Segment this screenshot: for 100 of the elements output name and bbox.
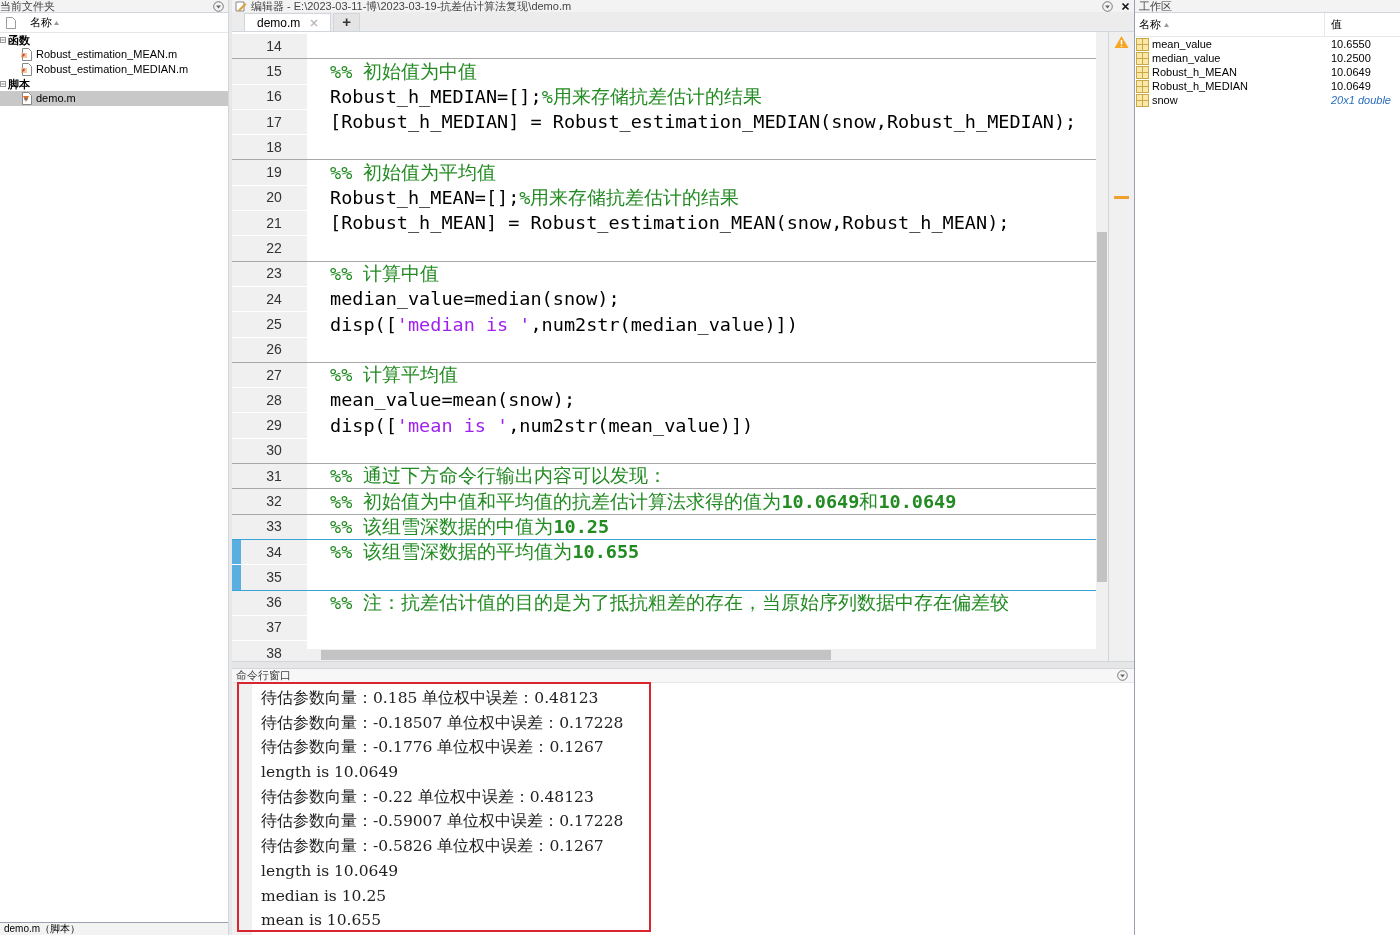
code-comment: %用来存储抗差估计的结果 <box>541 84 762 109</box>
line-number: 15 <box>232 59 307 84</box>
code-comment: %% 计算平均值 <box>330 363 459 388</box>
output-line: 待估参数向量：-0.59007 单位权中误差：0.17228 <box>261 811 624 833</box>
line-number: 30 <box>232 438 307 464</box>
code-comment: %% 该组雪深数据的中值为10.25 <box>330 514 610 539</box>
close-icon <box>310 18 319 27</box>
code-comment: %% 通过下方命令行输出内容可以发现： <box>330 464 668 489</box>
close-icon <box>1121 1 1130 11</box>
code-text: Robust_h_MEDIAN=[]; <box>330 84 542 109</box>
add-tab-button[interactable]: + <box>333 13 361 31</box>
script-file-icon <box>20 92 33 105</box>
output-line: 待估参数向量：0.185 单位权中误差：0.48123 <box>261 688 600 709</box>
line-number: 35 <box>232 565 307 590</box>
dropdown-icon <box>1102 0 1113 12</box>
file-icon <box>4 15 18 30</box>
variable-icon <box>1136 51 1149 65</box>
line-number: 34 <box>232 539 307 565</box>
line-number: 29 <box>232 413 307 438</box>
code-comment: %% 该组雪深数据的平均值为10.655 <box>330 540 640 565</box>
output-line: mean is 10.655 <box>261 910 383 932</box>
line-number: 20 <box>232 185 307 211</box>
panel-splitter[interactable] <box>232 661 1134 669</box>
sort-arrow-icon <box>54 20 59 25</box>
column-header[interactable]: 名称 <box>1139 16 1161 33</box>
code-string: 'median is ' <box>396 312 531 337</box>
panel-title: 命令行窗口 <box>236 670 291 681</box>
file-item[interactable]: demo.m <box>0 91 228 106</box>
code-text: [Robust_h_MEAN] = Robust_estimation_MEAN(snow,Robust_h_MEAN); <box>330 211 1010 236</box>
window-title: 编辑器 - E:\2023-03-11-博\2023-03-19-抗差估计算法复现\demo.m <box>251 0 572 12</box>
function-file-icon <box>20 63 33 76</box>
dropdown-icon <box>1117 670 1128 681</box>
code-text: mean_value=mean(snow); <box>330 388 576 413</box>
line-number: 25 <box>232 312 307 337</box>
warning-icon <box>1114 35 1129 49</box>
line-number: 38 <box>232 641 307 661</box>
line-number: 17 <box>232 109 307 135</box>
output-line: 待估参数向量：-0.18507 单位权中误差：0.17228 <box>261 712 624 734</box>
code-text: median_value=median(snow); <box>330 287 620 312</box>
tree-toggle[interactable] <box>0 36 6 44</box>
panel-title: 当前文件夹 <box>0 0 55 12</box>
line-number: 23 <box>232 261 307 286</box>
file-item[interactable]: Robust_estimation_MEAN.m <box>0 47 228 62</box>
code-comment: %% 初始值为中值和平均值的抗差估计算法求得的值为10.0649和10.0649 <box>330 489 957 514</box>
line-number: 37 <box>232 615 307 641</box>
line-number: 21 <box>232 211 307 236</box>
code-string: 'mean is ' <box>396 413 509 438</box>
output-line: 待估参数向量：-0.5826 单位权中误差：0.1267 <box>261 836 605 858</box>
warning-marker-icon <box>1114 196 1129 199</box>
output-line: 待估参数向量：-0.22 单位权中误差：0.48123 <box>261 786 595 808</box>
variable-value: 10.0649 <box>1330 78 1371 94</box>
code-text: ,num2str(mean_value)]) <box>508 413 754 438</box>
line-number: 31 <box>232 464 307 489</box>
code-comment: %% 计算中值 <box>330 261 440 286</box>
vertical-scrollbar[interactable] <box>1096 32 1108 661</box>
variable-icon <box>1136 93 1149 107</box>
line-number: 36 <box>232 590 307 615</box>
panel-title: 工作区 <box>1139 0 1172 12</box>
variable-value: 20x1 double <box>1330 92 1391 108</box>
function-file-icon <box>20 48 33 61</box>
variable-value: 10.2500 <box>1330 50 1371 66</box>
line-number: 22 <box>232 236 307 261</box>
sort-arrow-icon <box>1164 22 1169 27</box>
collapse-icon <box>0 36 6 44</box>
collapse-icon <box>0 80 6 88</box>
column-header[interactable]: 名称 <box>30 14 52 31</box>
code-comment: %用来存储抗差估计的结果 <box>519 186 740 211</box>
line-number: 27 <box>232 362 307 388</box>
variable-icon <box>1136 79 1149 93</box>
output-line: length is 10.0649 <box>261 762 400 784</box>
line-number: 26 <box>232 337 307 362</box>
output-line: median is 10.25 <box>261 885 388 907</box>
line-number: 14 <box>232 34 307 59</box>
file-item[interactable]: Robust_estimation_MEDIAN.m <box>0 62 228 77</box>
output-line: 待估参数向量：-0.1776 单位权中误差：0.1267 <box>261 737 605 759</box>
code-comment: %% 初始值为平均值 <box>330 160 497 185</box>
tree-toggle[interactable] <box>0 80 6 88</box>
dropdown-icon <box>213 0 224 12</box>
line-number: 32 <box>232 489 307 514</box>
code-comment: %% 注：抗差估计值的目的是为了抵抗粗差的存在，当原始序列数据中存在偏差较 <box>330 590 1010 615</box>
editor-tab[interactable]: demo.m <box>244 13 332 31</box>
code-text: [Robust_h_MEDIAN] = Robust_estimation_MEDIAN(snow,Robust_h_MEDIAN); <box>330 110 1077 135</box>
line-number: 33 <box>232 514 307 539</box>
line-number: 18 <box>232 135 307 160</box>
variable-icon <box>1136 37 1149 51</box>
code-text: Robust_h_MEAN=[]; <box>330 186 520 211</box>
variable-value: 10.0649 <box>1330 64 1371 80</box>
line-number: 16 <box>232 84 307 109</box>
line-number: 24 <box>232 286 307 312</box>
column-header[interactable]: 值 <box>1325 16 1342 33</box>
group-label: 函数 <box>8 32 30 48</box>
code-text: ,num2str(median_value)]) <box>530 312 798 337</box>
code-text: disp([ <box>330 312 397 337</box>
details-label: demo.m（脚本） <box>4 924 81 934</box>
group-label: 脚本 <box>8 76 30 92</box>
output-line: length is 10.0649 <box>261 860 400 882</box>
line-number: 28 <box>232 388 307 413</box>
code-text: disp([ <box>330 413 397 438</box>
variable-value: 10.6550 <box>1330 36 1371 52</box>
code-comment: %% 初始值为中值 <box>330 59 478 84</box>
